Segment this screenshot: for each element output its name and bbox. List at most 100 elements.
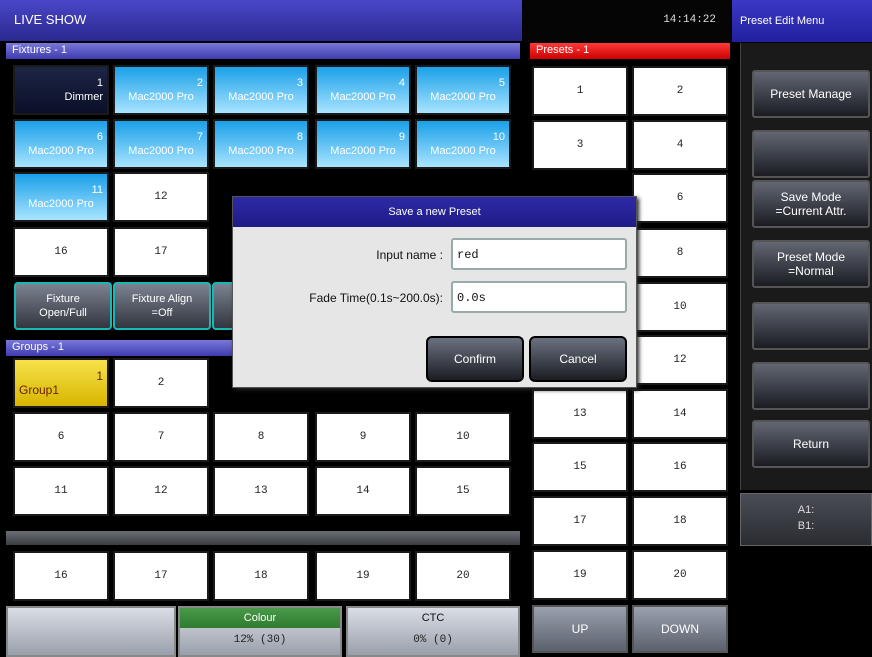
- preset-cell-19[interactable]: 19: [532, 550, 628, 600]
- fixture-cell-3[interactable]: 3 Mac2000 Pro: [213, 65, 309, 115]
- fixture-type-label: Mac2000 Pro: [330, 91, 396, 103]
- fixtures-section-header: Fixtures - 1: [6, 43, 520, 59]
- app-title: LIVE SHOW: [14, 12, 87, 27]
- preset-mode-button[interactable]: Preset Mode =Normal: [752, 240, 870, 288]
- preset-cell-2[interactable]: 2: [632, 66, 728, 116]
- fixture-type-label: Mac2000 Pro: [330, 145, 396, 157]
- preset-cell-14[interactable]: 14: [632, 389, 728, 439]
- preset-cell-17[interactable]: 17: [532, 496, 628, 546]
- fixture-number: 9: [398, 131, 405, 143]
- presets-up-button[interactable]: UP: [532, 605, 628, 653]
- preset-cell-4[interactable]: 4: [632, 120, 728, 170]
- fixture-cell-12[interactable]: 12: [113, 172, 209, 222]
- fixture-number: 5: [498, 77, 505, 89]
- fade-time-label: Fade Time(0.1s~200.0s):: [309, 291, 443, 305]
- fixture-align-line1: Fixture Align: [131, 293, 193, 305]
- preset-name-input[interactable]: red: [451, 238, 627, 270]
- side-menu-empty-button-1[interactable]: [752, 130, 870, 178]
- preset-cell-1[interactable]: 1: [532, 66, 628, 116]
- group-cell-18[interactable]: 18: [213, 551, 309, 601]
- group-cell-19[interactable]: 19: [315, 551, 411, 601]
- fixture-align-line2: =Off: [151, 307, 173, 319]
- fixture-number: 6: [96, 131, 103, 143]
- group-cell-10[interactable]: 10: [415, 412, 511, 462]
- fixture-number: 12: [154, 191, 168, 203]
- fade-time-input[interactable]: 0.0s: [451, 281, 627, 313]
- group-cell-8[interactable]: 8: [213, 412, 309, 462]
- fixture-cell-4[interactable]: 4 Mac2000 Pro: [315, 65, 411, 115]
- group-cell-6[interactable]: 6: [13, 412, 109, 462]
- group-cell-7[interactable]: 7: [113, 412, 209, 462]
- preset-cell-3[interactable]: 3: [532, 120, 628, 170]
- a1-b1-display: A1: B1:: [740, 493, 872, 546]
- fixture-cell-16[interactable]: 16: [13, 227, 109, 277]
- group-cell-14[interactable]: 14: [315, 466, 411, 516]
- b1-label: B1:: [797, 520, 815, 532]
- fixture-align-button[interactable]: Fixture Align =Off: [113, 282, 211, 330]
- fixture-number: 3: [296, 77, 303, 89]
- preset-cell-10[interactable]: 10: [632, 282, 728, 332]
- side-menu-empty-button-2[interactable]: [752, 302, 870, 350]
- save-mode-button[interactable]: Save Mode =Current Attr.: [752, 180, 870, 228]
- group-cell-13[interactable]: 13: [213, 466, 309, 516]
- return-button[interactable]: Return: [752, 420, 870, 468]
- preset-cell-20[interactable]: 20: [632, 550, 728, 600]
- fixture-number: 8: [296, 131, 303, 143]
- preset-cell-18[interactable]: 18: [632, 496, 728, 546]
- group-cell-17[interactable]: 17: [113, 551, 209, 601]
- input-name-label: Input name :: [376, 248, 443, 262]
- fixture-open-full-line1: Fixture: [46, 293, 80, 305]
- colour-value: 12% (30): [233, 634, 287, 646]
- group-cell-16[interactable]: 16: [13, 551, 109, 601]
- fixture-cell-10[interactable]: 10 Mac2000 Pro: [415, 119, 511, 169]
- preset-cell-12[interactable]: 12: [632, 335, 728, 385]
- group-label: Group1: [19, 383, 60, 397]
- attribute-empty-panel: [6, 606, 176, 657]
- fixture-number: 7: [196, 131, 203, 143]
- fixture-type-label: Mac2000 Pro: [228, 91, 294, 103]
- group-cell-11[interactable]: 11: [13, 466, 109, 516]
- fixture-number: 1: [96, 77, 103, 89]
- fixture-cell-5[interactable]: 5 Mac2000 Pro: [415, 65, 511, 115]
- colour-panel[interactable]: Colour 12% (30): [178, 606, 342, 657]
- fixture-cell-17[interactable]: 17: [113, 227, 209, 277]
- fixture-number: 11: [91, 184, 103, 196]
- cancel-button[interactable]: Cancel: [529, 336, 627, 382]
- preset-cell-6[interactable]: 6: [632, 173, 728, 223]
- fixture-type-label: Mac2000 Pro: [228, 145, 294, 157]
- fixture-cell-1[interactable]: 1 Dimmer: [13, 65, 109, 115]
- fixture-cell-11[interactable]: 11 Mac2000 Pro: [13, 172, 109, 222]
- preset-cell-8[interactable]: 8: [632, 228, 728, 278]
- presets-section-header: Presets - 1: [530, 43, 730, 59]
- confirm-button[interactable]: Confirm: [426, 336, 524, 382]
- fixture-cell-8[interactable]: 8 Mac2000 Pro: [213, 119, 309, 169]
- preset-mode-line1: Preset Mode: [776, 250, 846, 264]
- fixture-type-label: Mac2000 Pro: [128, 91, 194, 103]
- preset-cell-13[interactable]: 13: [532, 389, 628, 439]
- save-mode-line1: Save Mode: [780, 190, 842, 204]
- fixture-cell-9[interactable]: 9 Mac2000 Pro: [315, 119, 411, 169]
- fixture-number: 4: [398, 77, 405, 89]
- presets-down-button[interactable]: DOWN: [632, 605, 728, 653]
- group-cell-20[interactable]: 20: [415, 551, 511, 601]
- group-cell-15[interactable]: 15: [415, 466, 511, 516]
- ctc-panel[interactable]: CTC 0% (0): [346, 606, 520, 657]
- group-cell-12[interactable]: 12: [113, 466, 209, 516]
- group-cell-2[interactable]: 2: [113, 358, 209, 408]
- side-menu-empty-button-3[interactable]: [752, 362, 870, 410]
- fixture-cell-6[interactable]: 6 Mac2000 Pro: [13, 119, 109, 169]
- fixture-open-full-button[interactable]: Fixture Open/Full: [14, 282, 112, 330]
- a1-label: A1:: [797, 504, 815, 516]
- fixture-type-label: Mac2000 Pro: [28, 198, 94, 210]
- group-cell-1[interactable]: 1 Group1: [13, 358, 109, 408]
- preset-cell-15[interactable]: 15: [532, 442, 628, 492]
- fixture-number: 17: [154, 246, 168, 258]
- menu-title: Preset Edit Menu: [732, 0, 872, 42]
- group-cell-9[interactable]: 9: [315, 412, 411, 462]
- fixture-cell-2[interactable]: 2 Mac2000 Pro: [113, 65, 209, 115]
- preset-cell-16[interactable]: 16: [632, 442, 728, 492]
- fixture-cell-7[interactable]: 7 Mac2000 Pro: [113, 119, 209, 169]
- app-title-bar: LIVE SHOW: [0, 0, 522, 42]
- colour-label: Colour: [180, 608, 340, 628]
- preset-manage-button[interactable]: Preset Manage: [752, 70, 870, 118]
